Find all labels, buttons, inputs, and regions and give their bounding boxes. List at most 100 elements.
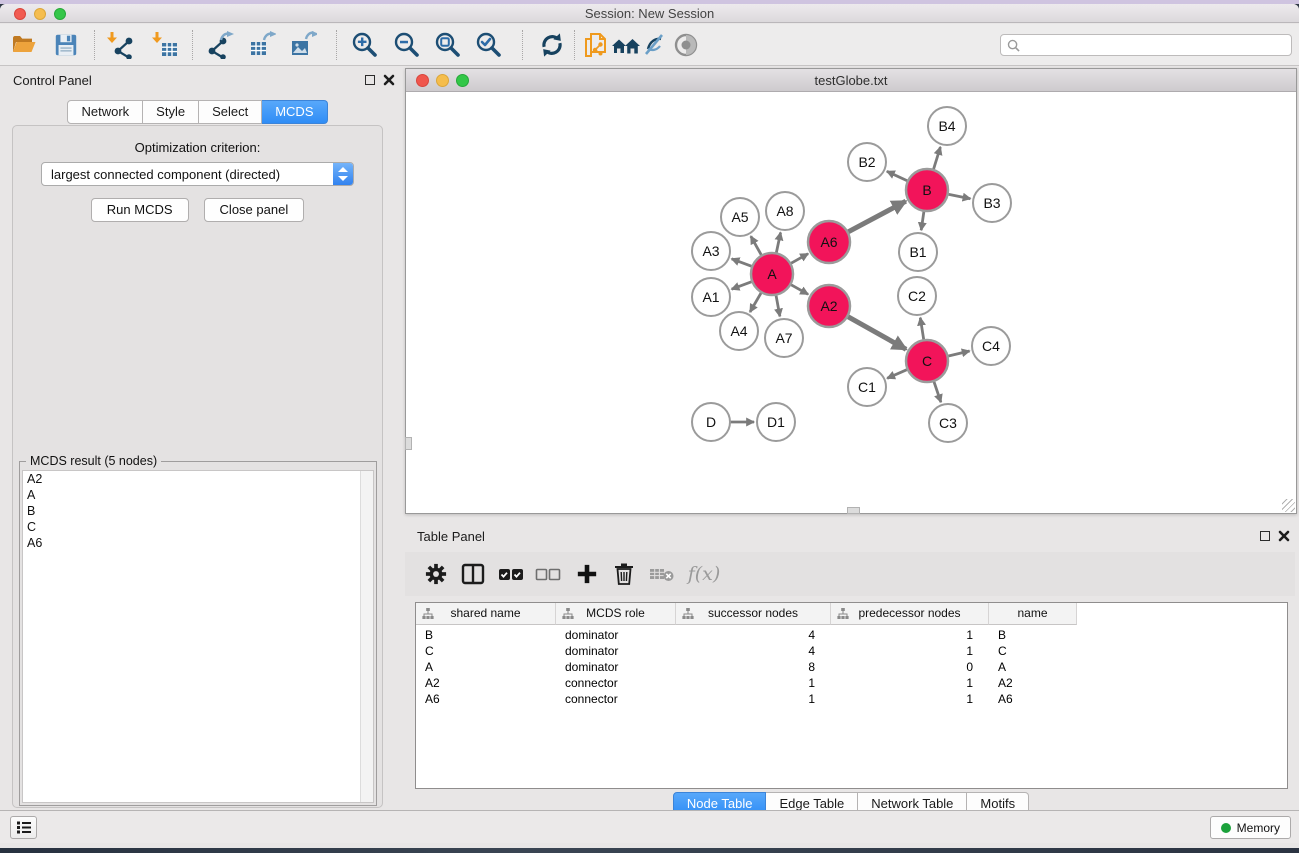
column-header-shared-name[interactable]: shared name <box>416 603 556 625</box>
graph-node-C3[interactable]: C3 <box>929 404 967 442</box>
export-table-button[interactable] <box>246 29 278 61</box>
close-panel-button[interactable]: Close panel <box>204 198 305 222</box>
edge-A6-B[interactable] <box>848 201 906 232</box>
graph-node-B[interactable]: B <box>906 169 948 211</box>
open-folder-button[interactable] <box>8 29 40 61</box>
node-table[interactable]: shared nameMCDS rolesuccessor nodesprede… <box>415 602 1288 789</box>
network-window-titlebar[interactable]: testGlobe.txt <box>406 69 1296 92</box>
memory-button[interactable]: Memory <box>1210 816 1291 839</box>
tab-style[interactable]: Style <box>143 100 199 124</box>
column-header-MCDS-role[interactable]: MCDS role <box>556 603 676 625</box>
edge-C-C3[interactable] <box>934 381 941 402</box>
edge-A-A8[interactable] <box>776 233 780 254</box>
graph-node-B1[interactable]: B1 <box>899 233 937 271</box>
edge-B-B3[interactable] <box>948 194 971 199</box>
table-row[interactable]: Bdominator41B <box>416 628 1287 644</box>
search-field[interactable] <box>1000 34 1292 56</box>
delete-row-button[interactable] <box>609 559 639 589</box>
tab-network[interactable]: Network <box>67 100 143 124</box>
table-row[interactable]: Cdominator41C <box>416 644 1287 660</box>
graph-node-B4[interactable]: B4 <box>928 107 966 145</box>
birdseye-view-button[interactable] <box>670 29 702 61</box>
result-item[interactable]: A6 <box>23 535 359 551</box>
zoom-fit-button[interactable] <box>431 29 463 61</box>
delete-table-button[interactable] <box>647 559 677 589</box>
edge-A-A1[interactable] <box>732 281 753 289</box>
graph-node-A[interactable]: A <box>751 253 793 295</box>
function-builder-button[interactable]: f(x) <box>683 559 725 589</box>
edge-C-C4[interactable] <box>947 351 969 356</box>
graph-node-C[interactable]: C <box>906 340 948 382</box>
graph-node-A7[interactable]: A7 <box>765 319 803 357</box>
result-item[interactable]: A <box>23 487 359 503</box>
splitter-handle[interactable] <box>847 507 860 514</box>
show-column-button[interactable] <box>458 559 488 589</box>
import-table-button[interactable] <box>149 29 181 61</box>
result-item[interactable]: C <box>23 519 359 535</box>
edge-A-A4[interactable] <box>750 292 762 312</box>
close-panel-icon[interactable] <box>383 74 395 86</box>
edge-A2-C[interactable] <box>847 316 906 349</box>
add-row-button[interactable] <box>572 559 602 589</box>
graph-node-A1[interactable]: A1 <box>692 278 730 316</box>
graph-node-A3[interactable]: A3 <box>692 232 730 270</box>
window-titlebar[interactable]: Session: New Session <box>0 4 1299 23</box>
result-item[interactable]: A2 <box>23 471 359 487</box>
edge-B-B4[interactable] <box>933 147 940 170</box>
apply-layout-refresh-button[interactable] <box>536 29 568 61</box>
edge-A-A3[interactable] <box>732 259 753 267</box>
edge-A-A5[interactable] <box>751 236 762 256</box>
graph-node-D[interactable]: D <box>692 403 730 441</box>
import-network-button[interactable] <box>104 29 136 61</box>
zoom-in-button[interactable] <box>348 29 380 61</box>
save-session-button[interactable] <box>50 29 82 61</box>
table-row[interactable]: A2connector11A2 <box>416 676 1287 692</box>
graph-node-D1[interactable]: D1 <box>757 403 795 441</box>
graph-node-A5[interactable]: A5 <box>721 198 759 236</box>
graph-node-B2[interactable]: B2 <box>848 143 886 181</box>
run-mcds-button[interactable]: Run MCDS <box>91 198 189 222</box>
deselect-all-button[interactable] <box>533 559 563 589</box>
edge-B-B1[interactable] <box>921 211 924 230</box>
criterion-select[interactable]: largest connected component (directed) <box>41 162 354 186</box>
network-canvas[interactable]: B4 B2 B B3 A8A5 A6 A3 B1 A A1 C2 A2 A4A7 C4 C C1 C3 D D1 <box>406 93 1296 513</box>
close-table-panel-icon[interactable] <box>1278 530 1290 542</box>
zoom-selected-button[interactable] <box>472 29 504 61</box>
edge-A-A7[interactable] <box>776 295 780 317</box>
graph-node-C2[interactable]: C2 <box>898 277 936 315</box>
table-settings-button[interactable] <box>421 559 451 589</box>
graph-node-A2[interactable]: A2 <box>808 285 850 327</box>
table-row[interactable]: Adominator80A <box>416 660 1287 676</box>
new-network-from-file-button[interactable] <box>580 29 612 61</box>
graph-node-B3[interactable]: B3 <box>973 184 1011 222</box>
graph-node-A4[interactable]: A4 <box>720 312 758 350</box>
column-header-predecessor-nodes[interactable]: predecessor nodes <box>831 603 989 625</box>
graph-node-A8[interactable]: A8 <box>766 192 804 230</box>
toggle-graphics-details-button[interactable] <box>639 29 671 61</box>
select-all-button[interactable] <box>496 559 526 589</box>
tab-select[interactable]: Select <box>199 100 262 124</box>
splitter-handle[interactable] <box>405 437 412 450</box>
home-button[interactable] <box>610 29 642 61</box>
column-header-name[interactable]: name <box>989 603 1077 625</box>
float-panel-icon[interactable] <box>365 75 375 85</box>
edge-A-A2[interactable] <box>790 284 808 294</box>
edge-A-A6[interactable] <box>790 254 808 264</box>
graph-node-C4[interactable]: C4 <box>972 327 1010 365</box>
edge-B-B2[interactable] <box>887 171 908 181</box>
export-network-button[interactable] <box>204 29 236 61</box>
export-image-button[interactable] <box>287 29 319 61</box>
edge-C-C2[interactable] <box>920 318 924 341</box>
show-panel-list-button[interactable] <box>10 816 37 839</box>
table-row[interactable]: A6connector11A6 <box>416 692 1287 708</box>
float-table-panel-icon[interactable] <box>1260 531 1270 541</box>
tab-mcds[interactable]: MCDS <box>262 100 327 124</box>
result-scrollbar[interactable] <box>360 471 373 802</box>
result-item[interactable]: B <box>23 503 359 519</box>
zoom-out-button[interactable] <box>390 29 422 61</box>
resize-grip[interactable] <box>1282 499 1295 512</box>
graph-node-C1[interactable]: C1 <box>848 368 886 406</box>
search-input[interactable] <box>1024 38 1291 53</box>
graph-node-A6[interactable]: A6 <box>808 221 850 263</box>
edge-C-C1[interactable] <box>887 369 908 378</box>
